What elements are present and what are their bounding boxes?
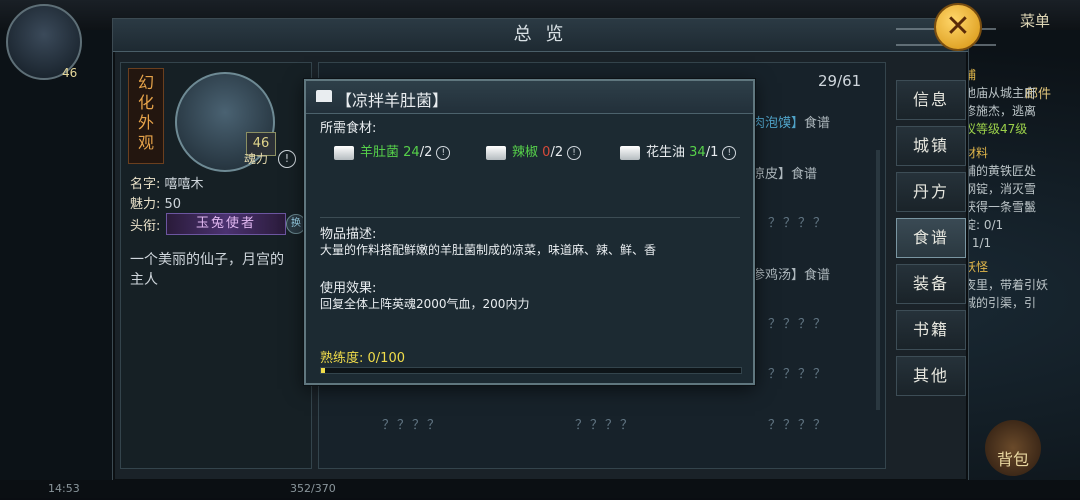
recipe-row-2-name: 凉皮】	[752, 167, 792, 182]
recipe-row-2[interactable]: 凉皮】食谱	[752, 163, 817, 182]
tab-town[interactable]: 城镇	[896, 126, 966, 166]
skin-label: 幻化外观	[137, 73, 154, 152]
ingredient-name: 羊肚菌	[360, 145, 400, 160]
recipe-row-2-type: 食谱	[791, 167, 818, 182]
bag-button[interactable]: 背包	[985, 420, 1041, 476]
quest-log-line: 寒城的引渠，引	[952, 296, 1037, 310]
ingredient-have: 24	[403, 145, 420, 160]
recipe-title: 【凉拌羊肚菌】	[336, 91, 449, 110]
recipe-row-3-name: 参鸡汤】	[752, 268, 805, 283]
silver-ingot-icon	[334, 145, 354, 160]
ingredient-have: 34	[689, 145, 706, 160]
quest-log-line: 山妖怪	[952, 260, 989, 274]
tab-info[interactable]: 信息	[896, 80, 966, 120]
tab-equipment[interactable]: 装备	[896, 264, 966, 304]
book-icon	[316, 90, 332, 102]
locked-recipe-slot[interactable]: ？？？？	[718, 411, 878, 441]
name-value: 嘻嘻木	[164, 177, 204, 192]
proficiency-bar	[320, 367, 742, 374]
ingredient-need: /2	[550, 145, 564, 160]
panel-title: 总 览	[113, 19, 968, 52]
description-label: 物品描述:	[320, 227, 377, 242]
ingredient-2[interactable]: 辣椒 0/2!	[486, 141, 582, 165]
quest-log-line: 王获得一条雪鬣	[952, 200, 1037, 214]
ingredient-3[interactable]: 花生油 34/1!	[620, 141, 737, 165]
info-icon[interactable]: !	[436, 145, 451, 160]
locked-recipe-slot[interactable]: ？？？？	[332, 411, 492, 441]
status-bar: 14:53 352/370	[0, 480, 1080, 498]
locked-recipe-slot[interactable]: ？？？？	[525, 411, 685, 441]
divider	[320, 217, 740, 218]
info-icon[interactable]: !	[567, 145, 582, 160]
quest-log-line: 匠铺的黄铁匠处	[952, 164, 1037, 178]
tab-pill[interactable]: 丹方	[896, 172, 966, 212]
quest-log-line: 建议等级47级	[952, 122, 1028, 136]
clock: 14:53	[48, 482, 80, 495]
power-label: 魂力	[244, 152, 269, 166]
recipe-row-1-type: 食谱	[804, 116, 831, 131]
title-badge: 玉兔使者	[166, 213, 286, 235]
character-description: 一个美丽的仙子，月宫的主人	[130, 252, 284, 288]
quest-log-line: 筋: 1/1	[952, 236, 992, 250]
title-label: 头衔:	[130, 219, 161, 234]
name-label: 名字:	[130, 177, 161, 192]
name-row: 名字: 嘻嘻木	[130, 173, 204, 192]
close-button[interactable]: ✕	[934, 3, 982, 51]
charm-value: 50	[164, 197, 182, 212]
silver-ingot-icon	[486, 145, 506, 160]
effect-text: 回复全体上阵英魂2000气血，200内力	[320, 297, 530, 311]
quest-log-line: 乌钢锭，消灭雪	[952, 182, 1037, 196]
effect-label: 使用效果:	[320, 281, 377, 296]
recipe-row-1-name: 肉泡馍】	[752, 116, 805, 131]
charm-label: 魅力:	[130, 197, 161, 212]
recipe-row-3-type: 食谱	[804, 268, 831, 283]
player-level: 46	[62, 66, 78, 80]
proficiency-label: 熟练度:	[320, 351, 364, 366]
recipe-detail-popup: 【凉拌羊肚菌】 所需食材: 羊肚菌 24/2! 辣椒 0/2! 花生油 34/1…	[304, 79, 755, 385]
menu-button[interactable]: 菜单	[1020, 10, 1050, 31]
recipe-counter: 29/61	[818, 72, 862, 90]
recipe-row-3[interactable]: 参鸡汤】食谱	[752, 264, 830, 283]
popup-title-bar: 【凉拌羊肚菌】	[306, 81, 753, 114]
skin-appearance-button[interactable]: 幻化外观	[128, 68, 164, 164]
quest-log-line: 的夜里，带着引妖	[952, 278, 1049, 292]
quest-log-line: 追捕	[952, 66, 1080, 84]
tab-books[interactable]: 书籍	[896, 310, 966, 350]
ingredients-label: 所需食材:	[320, 121, 377, 136]
info-icon[interactable]: !	[722, 145, 737, 160]
proficiency-row: 熟练度: 0/100	[320, 347, 405, 366]
ingredient-name: 辣椒	[512, 145, 539, 160]
ingredient-need: /1	[705, 145, 719, 160]
player-avatar[interactable]: 46	[6, 4, 82, 80]
recipe-row-1[interactable]: 肉泡馍】食谱	[752, 112, 830, 131]
description-text: 大量的作料搭配鲜嫩的羊肚菌制成的凉菜，味道麻、辣、鲜、香	[320, 243, 657, 257]
quest-log-line: 土地庙从城主府	[952, 86, 1037, 100]
quest-log: 追捕土地庙从城主府的修施杰，逃离建议等级47级的材料匠铺的黄铁匠处乌钢锭，消灭雪…	[952, 60, 1080, 460]
status-value: 352/370	[290, 482, 336, 495]
quest-log-line: 的材料	[952, 146, 989, 160]
quest-log-line: 钢锭: 0/1	[952, 218, 1004, 232]
ingredient-name: 花生油	[646, 145, 686, 160]
charm-row: 魅力: 50	[130, 193, 181, 212]
proficiency-value: 0/100	[367, 351, 405, 366]
quest-log-line: 的修施杰，逃离	[952, 104, 1037, 118]
tab-recipe[interactable]: 食谱	[896, 218, 966, 258]
swap-title-button[interactable]: 换	[286, 214, 306, 234]
title-row: 头衔:	[130, 215, 160, 234]
silver-ingot-icon	[620, 145, 640, 160]
ingredient-need: /2	[419, 145, 433, 160]
tab-other[interactable]: 其他	[896, 356, 966, 396]
info-icon[interactable]: !	[278, 150, 296, 168]
ingredient-1[interactable]: 羊肚菌 24/2!	[334, 141, 451, 165]
proficiency-bar-fill	[321, 368, 326, 373]
